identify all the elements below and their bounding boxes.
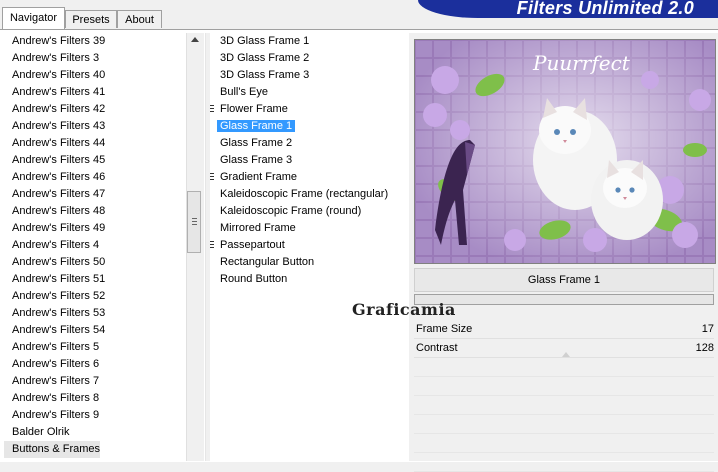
category-item[interactable]: Andrew's Filters 8 [4, 390, 184, 407]
filter-label: Round Button [220, 273, 288, 285]
filter-label: Bull's Eye [220, 86, 268, 98]
filter-item[interactable]: 3D Glass Frame 3 [214, 67, 404, 84]
category-list[interactable]: Andrew's Filters 39 Andrew's Filters 3 And… [4, 33, 184, 458]
filter-label: Gradient Frame [220, 171, 298, 183]
filter-list[interactable]: 3D Glass Frame 1 3D Glass Frame 2 3D Glass… [210, 33, 404, 288]
param-empty-row [414, 453, 714, 472]
category-item[interactable]: Andrew's Filters 39 [4, 33, 184, 50]
preset-marker-icon [210, 105, 214, 114]
category-item[interactable]: Andrew's Filters 46 [4, 169, 184, 186]
filter-label: Glass Frame 2 [220, 137, 293, 149]
tab-about[interactable]: About [117, 10, 162, 28]
filter-label: Mirrored Frame [220, 222, 296, 234]
param-frame-size[interactable]: Frame Size 17 [414, 320, 714, 339]
filter-item[interactable]: Flower Frame [210, 101, 404, 118]
tab-bar: Navigator Presets About Filters Unlimite… [0, 0, 718, 30]
category-item[interactable]: Balder Olrik [4, 424, 184, 441]
preview-panel: Puurrfect Glass Frame 1 Frame Size 17 Co… [409, 33, 718, 472]
category-item[interactable]: Andrew's Filters 44 [4, 135, 184, 152]
category-item[interactable]: Andrew's Filters 49 [4, 220, 184, 237]
filter-item[interactable]: Glass Frame 3 [214, 152, 404, 169]
scroll-thumb[interactable] [187, 191, 201, 253]
filter-item[interactable]: Glass Frame 1 [214, 118, 404, 135]
filter-label: Glass Frame 1 [217, 120, 296, 132]
tab-navigator[interactable]: Navigator [2, 7, 65, 30]
filter-item[interactable]: Rectangular Button [214, 254, 404, 271]
current-filter-name: Glass Frame 1 [414, 268, 714, 292]
grip-icon [192, 218, 197, 226]
parameter-list: Frame Size 17 Contrast 128 [414, 320, 714, 472]
category-item[interactable]: Andrew's Filters 9 [4, 407, 184, 424]
param-empty-row [414, 434, 714, 453]
filter-item[interactable]: Round Button [214, 271, 404, 288]
param-empty-row [414, 358, 714, 377]
category-item[interactable]: Andrew's Filters 4 [4, 237, 184, 254]
category-item[interactable]: Andrew's Filters 48 [4, 203, 184, 220]
filter-item[interactable]: Kaleidoscopic Frame (rectangular) [214, 186, 404, 203]
category-item[interactable]: Andrew's Filters 54 [4, 322, 184, 339]
category-item[interactable]: Andrew's Filters 40 [4, 67, 184, 84]
category-item[interactable]: Andrew's Filters 41 [4, 84, 184, 101]
tab-presets[interactable]: Presets [65, 10, 117, 28]
filter-label: 3D Glass Frame 3 [220, 69, 310, 81]
filter-item[interactable]: Gradient Frame [210, 169, 404, 186]
category-item[interactable]: Andrew's Filters 47 [4, 186, 184, 203]
filter-item[interactable]: Glass Frame 2 [214, 135, 404, 152]
filter-item[interactable]: Passepartout [210, 237, 404, 254]
filter-label: Kaleidoscopic Frame (rectangular) [220, 188, 389, 200]
preview-caption: Puurrfect [532, 51, 631, 75]
filter-label: Passepartout [220, 239, 285, 251]
category-item[interactable]: Andrew's Filters 43 [4, 118, 184, 135]
filter-label: Flower Frame [220, 103, 288, 115]
slider-marker-icon [562, 352, 570, 357]
category-item[interactable]: Andrew's Filters 45 [4, 152, 184, 169]
filter-item[interactable]: Kaleidoscopic Frame (round) [214, 203, 404, 220]
filter-item[interactable]: 3D Glass Frame 1 [214, 33, 404, 50]
param-value: 17 [701, 323, 714, 335]
preview-image: Puurrfect [414, 39, 716, 264]
filter-label: 3D Glass Frame 2 [220, 52, 310, 64]
category-item[interactable]: Andrew's Filters 7 [4, 373, 184, 390]
category-item[interactable]: Andrew's Filters 6 [4, 356, 184, 373]
category-item[interactable]: Andrew's Filters 51 [4, 271, 184, 288]
category-scrollbar[interactable] [186, 33, 204, 461]
filter-item[interactable]: Mirrored Frame [214, 220, 404, 237]
category-item[interactable]: Andrew's Filters 53 [4, 305, 184, 322]
filter-label: 3D Glass Frame 1 [220, 35, 310, 47]
filter-label: Kaleidoscopic Frame (round) [220, 205, 362, 217]
param-contrast[interactable]: Contrast 128 [414, 339, 714, 358]
watermark-text: Graficamia [352, 300, 456, 319]
preset-marker-icon [210, 241, 214, 250]
category-item[interactable]: Andrew's Filters 5 [4, 339, 184, 356]
filter-label: Rectangular Button [220, 256, 315, 268]
param-empty-row [414, 396, 714, 415]
app-banner: Filters Unlimited 2.0 [418, 0, 718, 18]
param-empty-row [414, 377, 714, 396]
param-label: Contrast [416, 342, 458, 354]
category-item[interactable]: Andrew's Filters 52 [4, 288, 184, 305]
preset-marker-icon [210, 173, 214, 182]
filter-item[interactable]: Bull's Eye [214, 84, 404, 101]
app-title: Filters Unlimited 2.0 [516, 0, 694, 18]
category-item[interactable]: Andrew's Filters 50 [4, 254, 184, 271]
param-value: 128 [695, 342, 714, 354]
category-item[interactable]: Andrew's Filters 42 [4, 101, 184, 118]
filter-item[interactable]: 3D Glass Frame 2 [214, 50, 404, 67]
param-empty-row [414, 415, 714, 434]
param-label: Frame Size [416, 323, 473, 335]
scroll-up-arrow-icon[interactable] [191, 37, 199, 42]
progress-bar [414, 294, 714, 305]
category-item[interactable]: Buttons & Frames [4, 441, 100, 458]
filter-label: Glass Frame 3 [220, 154, 293, 166]
category-item[interactable]: Andrew's Filters 3 [4, 50, 184, 67]
kittens-lilac-image: Puurrfect [415, 40, 715, 263]
